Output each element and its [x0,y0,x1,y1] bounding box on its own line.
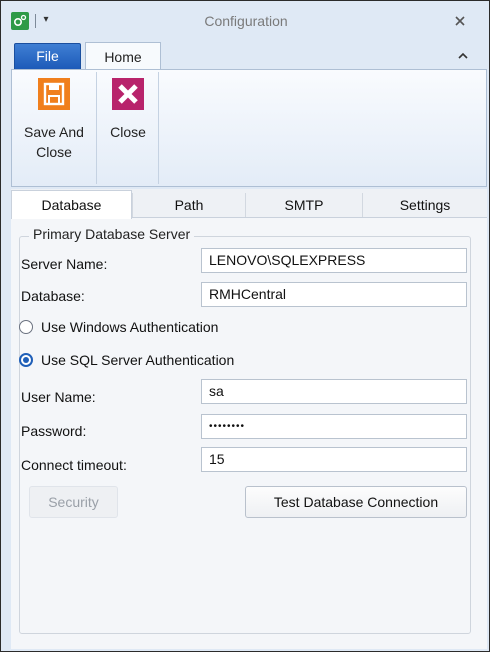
tab-path[interactable]: Path [132,193,245,217]
ribbon-tab-bar: File Home [1,41,489,70]
sql-auth-radio[interactable] [19,353,33,367]
database-input[interactable]: RMHCentral [201,282,467,307]
close-label: Close [110,124,146,140]
sql-auth-label[interactable]: Use SQL Server Authentication [41,352,234,368]
ribbon-group-separator [96,72,97,184]
config-tabs: Database Path SMTP Settings [11,189,487,219]
database-panel: Primary Database Server Server Name: LEN… [11,217,487,649]
tab-home[interactable]: Home [85,42,161,70]
tab-file[interactable]: File [14,43,81,69]
title-bar: ▾ Configuration [1,1,489,41]
password-input[interactable]: •••••••• [201,414,467,439]
test-database-connection-button[interactable]: Test Database Connection [245,486,467,518]
database-label: Database: [21,288,85,304]
connect-timeout-label: Connect timeout: [21,457,127,473]
group-title: Primary Database Server [29,226,195,242]
save-and-close-label-line2: Close [36,144,72,160]
user-name-input[interactable]: sa [201,379,467,404]
content-area: Database Path SMTP Settings Primary Data… [11,189,487,649]
window-close-icon[interactable] [450,11,470,31]
ribbon-group-separator [158,72,159,184]
window-title: Configuration [204,13,288,29]
tab-smtp[interactable]: SMTP [245,193,362,217]
server-name-label: Server Name: [21,256,108,272]
close-x-icon [112,78,144,110]
server-name-input[interactable]: LENOVO\SQLEXPRESS [201,248,467,273]
ribbon-collapse-icon[interactable] [456,49,470,61]
floppy-disk-icon [38,78,70,110]
ribbon-panel: Save And Close Close [11,69,487,187]
password-label: Password: [21,423,87,439]
user-name-label: User Name: [21,389,96,405]
save-and-close-label-line1: Save And [24,124,84,140]
connect-timeout-input[interactable]: 15 [201,447,467,472]
tab-database[interactable]: Database [11,190,132,219]
windows-auth-label[interactable]: Use Windows Authentication [41,319,218,335]
configuration-window: ▾ Configuration File Home Save And Close… [0,0,490,652]
security-button[interactable]: Security [29,486,118,518]
windows-auth-radio[interactable] [19,320,33,334]
tab-settings[interactable]: Settings [362,193,487,217]
